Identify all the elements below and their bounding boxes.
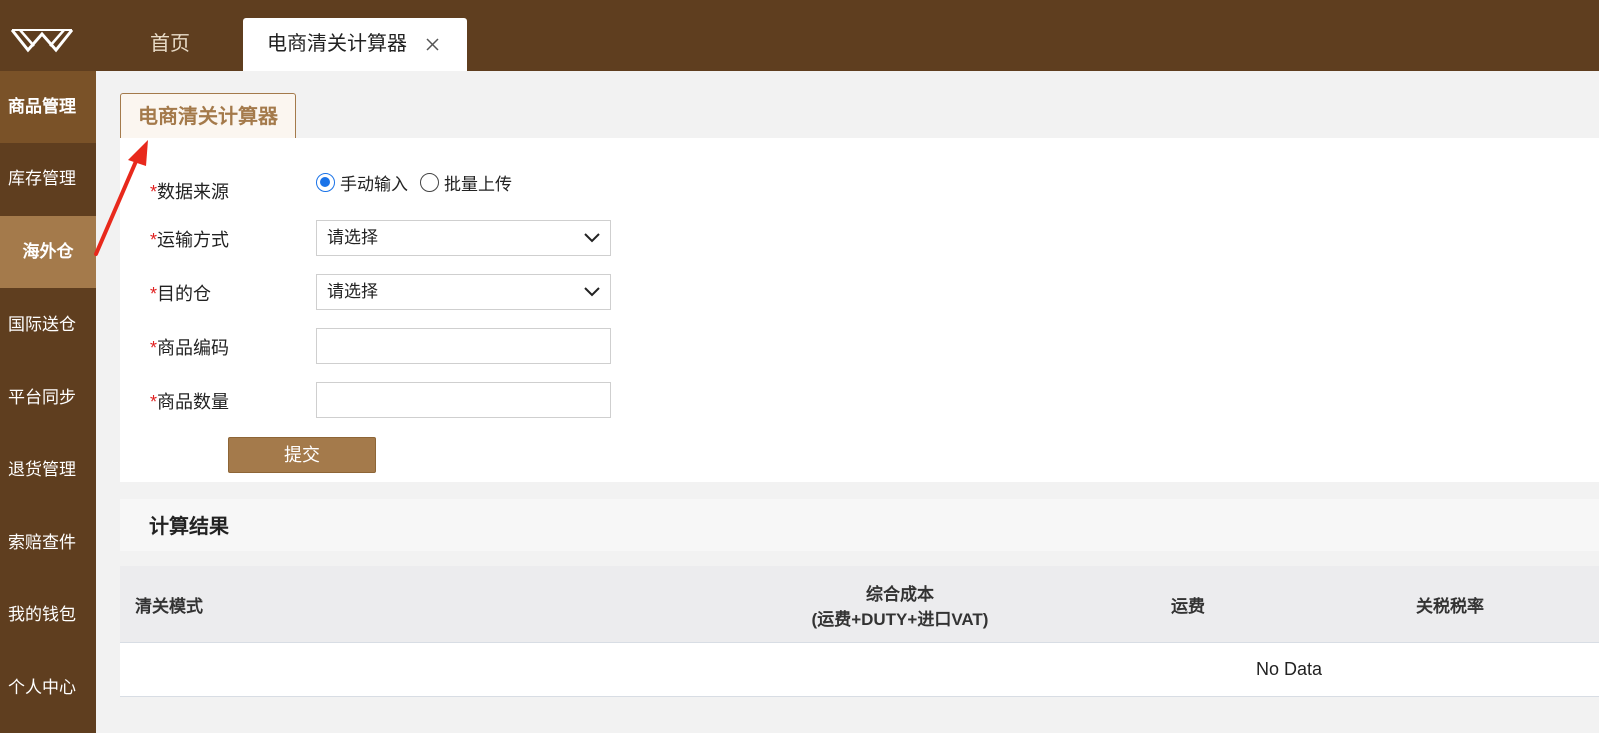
result-title: 计算结果: [120, 499, 1599, 551]
column-header-total-cost-subtitle: (运费+DUTY+进口VAT): [811, 609, 989, 629]
transport-label: *运输方式: [150, 230, 230, 250]
sidebar-item-platform-sync[interactable]: 平台同步: [0, 362, 96, 434]
transport-select-value: 请选择: [327, 228, 378, 247]
sku-input[interactable]: [316, 328, 611, 364]
quantity-input[interactable]: [316, 382, 611, 418]
sku-label: *商品编码: [150, 338, 230, 358]
sidebar: 商品管理 库存管理 海外仓 国际送仓 平台同步 退货管理 索赔查件 我的钱包 个…: [0, 71, 96, 733]
chevron-down-icon: [584, 233, 600, 243]
column-header-freight: 运费: [1171, 597, 1205, 616]
warehouse-select-value: 请选择: [327, 282, 378, 301]
quantity-label: *商品数量: [150, 392, 230, 412]
radio-batch-upload[interactable]: [420, 173, 439, 192]
warehouse-select[interactable]: 请选择: [316, 274, 611, 310]
sidebar-item-products[interactable]: 商品管理: [0, 71, 96, 143]
sidebar-item-international-delivery[interactable]: 国际送仓: [0, 289, 96, 361]
sidebar-item-returns[interactable]: 退货管理: [0, 434, 96, 506]
brand-w-logo-icon[interactable]: [10, 26, 74, 54]
result-table-body: No Data: [120, 643, 1599, 697]
sidebar-item-wallet[interactable]: 我的钱包: [0, 579, 96, 651]
submit-button[interactable]: 提交: [228, 437, 376, 473]
radio-manual-input-label[interactable]: 手动输入: [340, 170, 408, 195]
sidebar-item-inventory[interactable]: 库存管理: [0, 143, 96, 215]
main-content: 电商清关计算器 *数据来源 手动输入 批量上传 *运输方式 请选择 *目的仓 请…: [96, 71, 1599, 733]
required-mark: *: [150, 338, 158, 358]
sidebar-item-overseas-warehouse[interactable]: 海外仓: [0, 216, 96, 288]
column-header-total-cost-title: 综合成本: [866, 584, 934, 604]
column-header-total-cost: 综合成本 (运费+DUTY+进口VAT): [780, 566, 1020, 643]
column-header-duty-rate: 关税税率: [1416, 597, 1484, 616]
radio-manual-input[interactable]: [316, 173, 335, 192]
tab-home[interactable]: 首页: [150, 18, 190, 71]
tab-customs-calculator-label: 电商清关计算器: [267, 33, 407, 55]
required-mark: *: [150, 392, 158, 412]
tab-customs-calculator[interactable]: 电商清关计算器: [243, 18, 467, 71]
top-navbar: 首页 电商清关计算器: [0, 0, 1599, 71]
sidebar-item-claims[interactable]: 索赔查件: [0, 507, 96, 579]
transport-select[interactable]: 请选择: [316, 220, 611, 256]
chevron-down-icon: [584, 287, 600, 297]
column-header-clearance-mode: 清关模式: [135, 597, 203, 616]
radio-batch-upload-label[interactable]: 批量上传: [444, 170, 512, 195]
warehouse-label: *目的仓: [150, 284, 212, 304]
no-data-text: No Data: [1256, 659, 1323, 679]
annotation-arrow-icon: [94, 140, 148, 256]
source-label: *数据来源: [150, 182, 230, 202]
source-radio-group: 手动输入 批量上传: [316, 170, 522, 195]
form-tab-customs-calculator[interactable]: 电商清关计算器: [120, 93, 296, 138]
required-mark: *: [150, 284, 158, 304]
sidebar-item-profile[interactable]: 个人中心: [0, 652, 96, 724]
calculator-form: *数据来源 手动输入 批量上传 *运输方式 请选择 *目的仓 请选择 *商品编码…: [120, 138, 1599, 482]
close-icon[interactable]: [423, 18, 443, 70]
result-table-header: 清关模式 综合成本 (运费+DUTY+进口VAT) 运费 关税税率: [120, 566, 1599, 643]
